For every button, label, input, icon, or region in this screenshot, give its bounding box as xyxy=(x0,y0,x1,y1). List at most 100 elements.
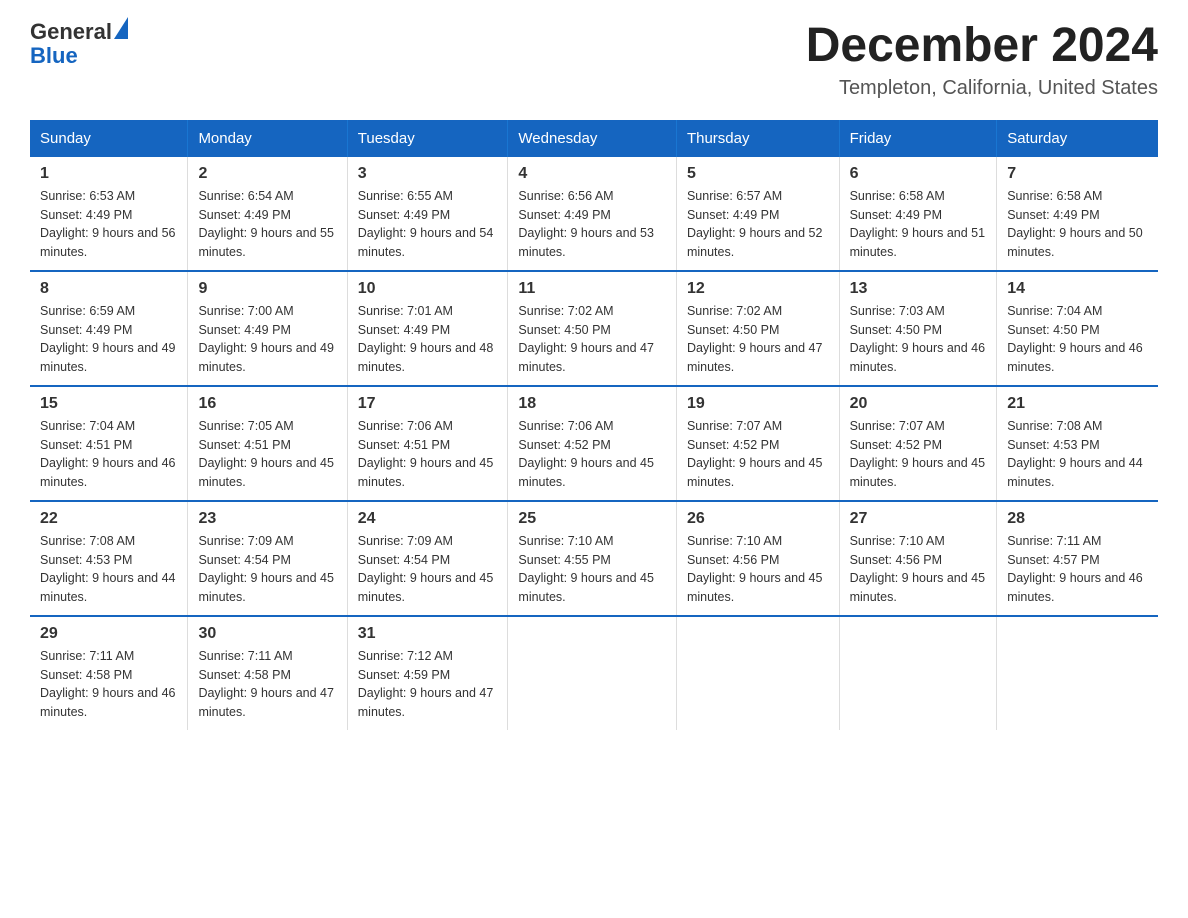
column-header-friday: Friday xyxy=(839,120,997,157)
week-row-3: 15 Sunrise: 7:04 AM Sunset: 4:51 PM Dayl… xyxy=(30,386,1158,501)
day-number: 3 xyxy=(358,165,498,183)
day-cell: 22 Sunrise: 7:08 AM Sunset: 4:53 PM Dayl… xyxy=(30,501,188,616)
day-number: 30 xyxy=(198,625,336,643)
day-number: 28 xyxy=(1007,510,1148,528)
day-number: 12 xyxy=(687,280,829,298)
day-info: Sunrise: 6:58 AM Sunset: 4:49 PM Dayligh… xyxy=(1007,187,1148,262)
day-info: Sunrise: 7:02 AM Sunset: 4:50 PM Dayligh… xyxy=(687,302,829,377)
day-cell: 18 Sunrise: 7:06 AM Sunset: 4:52 PM Dayl… xyxy=(508,386,677,501)
day-cell: 7 Sunrise: 6:58 AM Sunset: 4:49 PM Dayli… xyxy=(997,157,1158,271)
location-subtitle: Templeton, California, United States xyxy=(806,77,1158,100)
day-number: 19 xyxy=(687,395,829,413)
logo: General Blue xyxy=(30,20,128,68)
logo-word1: General xyxy=(30,20,128,44)
day-cell: 19 Sunrise: 7:07 AM Sunset: 4:52 PM Dayl… xyxy=(676,386,839,501)
day-number: 16 xyxy=(198,395,336,413)
day-cell xyxy=(508,616,677,730)
day-cell: 26 Sunrise: 7:10 AM Sunset: 4:56 PM Dayl… xyxy=(676,501,839,616)
day-info: Sunrise: 7:07 AM Sunset: 4:52 PM Dayligh… xyxy=(687,417,829,492)
day-number: 1 xyxy=(40,165,177,183)
page-title: December 2024 xyxy=(806,20,1158,73)
day-info: Sunrise: 7:03 AM Sunset: 4:50 PM Dayligh… xyxy=(850,302,987,377)
day-info: Sunrise: 7:04 AM Sunset: 4:50 PM Dayligh… xyxy=(1007,302,1148,377)
column-header-thursday: Thursday xyxy=(676,120,839,157)
week-row-4: 22 Sunrise: 7:08 AM Sunset: 4:53 PM Dayl… xyxy=(30,501,1158,616)
day-cell xyxy=(839,616,997,730)
day-info: Sunrise: 7:09 AM Sunset: 4:54 PM Dayligh… xyxy=(198,532,336,607)
day-info: Sunrise: 7:12 AM Sunset: 4:59 PM Dayligh… xyxy=(358,647,498,722)
day-info: Sunrise: 7:04 AM Sunset: 4:51 PM Dayligh… xyxy=(40,417,177,492)
day-cell: 24 Sunrise: 7:09 AM Sunset: 4:54 PM Dayl… xyxy=(347,501,508,616)
day-cell: 13 Sunrise: 7:03 AM Sunset: 4:50 PM Dayl… xyxy=(839,271,997,386)
day-info: Sunrise: 7:07 AM Sunset: 4:52 PM Dayligh… xyxy=(850,417,987,492)
day-number: 17 xyxy=(358,395,498,413)
logo-text-blue: Blue xyxy=(30,43,78,68)
column-header-sunday: Sunday xyxy=(30,120,188,157)
day-info: Sunrise: 7:08 AM Sunset: 4:53 PM Dayligh… xyxy=(40,532,177,607)
day-info: Sunrise: 7:01 AM Sunset: 4:49 PM Dayligh… xyxy=(358,302,498,377)
day-number: 29 xyxy=(40,625,177,643)
day-cell: 4 Sunrise: 6:56 AM Sunset: 4:49 PM Dayli… xyxy=(508,157,677,271)
day-info: Sunrise: 7:06 AM Sunset: 4:51 PM Dayligh… xyxy=(358,417,498,492)
day-number: 31 xyxy=(358,625,498,643)
logo-text-general: General xyxy=(30,20,112,44)
day-cell: 27 Sunrise: 7:10 AM Sunset: 4:56 PM Dayl… xyxy=(839,501,997,616)
day-info: Sunrise: 7:05 AM Sunset: 4:51 PM Dayligh… xyxy=(198,417,336,492)
calendar-table: SundayMondayTuesdayWednesdayThursdayFrid… xyxy=(30,120,1158,730)
day-info: Sunrise: 7:11 AM Sunset: 4:58 PM Dayligh… xyxy=(40,647,177,722)
day-number: 20 xyxy=(850,395,987,413)
week-row-5: 29 Sunrise: 7:11 AM Sunset: 4:58 PM Dayl… xyxy=(30,616,1158,730)
day-cell: 1 Sunrise: 6:53 AM Sunset: 4:49 PM Dayli… xyxy=(30,157,188,271)
day-cell: 20 Sunrise: 7:07 AM Sunset: 4:52 PM Dayl… xyxy=(839,386,997,501)
day-info: Sunrise: 6:59 AM Sunset: 4:49 PM Dayligh… xyxy=(40,302,177,377)
day-info: Sunrise: 7:10 AM Sunset: 4:56 PM Dayligh… xyxy=(687,532,829,607)
day-info: Sunrise: 6:58 AM Sunset: 4:49 PM Dayligh… xyxy=(850,187,987,262)
page-header: General Blue December 2024 Templeton, Ca… xyxy=(30,20,1158,100)
day-cell: 31 Sunrise: 7:12 AM Sunset: 4:59 PM Dayl… xyxy=(347,616,508,730)
day-info: Sunrise: 7:10 AM Sunset: 4:55 PM Dayligh… xyxy=(518,532,666,607)
day-info: Sunrise: 7:00 AM Sunset: 4:49 PM Dayligh… xyxy=(198,302,336,377)
day-number: 13 xyxy=(850,280,987,298)
day-cell: 6 Sunrise: 6:58 AM Sunset: 4:49 PM Dayli… xyxy=(839,157,997,271)
day-number: 15 xyxy=(40,395,177,413)
column-header-monday: Monday xyxy=(188,120,347,157)
day-cell: 11 Sunrise: 7:02 AM Sunset: 4:50 PM Dayl… xyxy=(508,271,677,386)
day-number: 21 xyxy=(1007,395,1148,413)
day-number: 26 xyxy=(687,510,829,528)
day-cell: 12 Sunrise: 7:02 AM Sunset: 4:50 PM Dayl… xyxy=(676,271,839,386)
day-cell: 2 Sunrise: 6:54 AM Sunset: 4:49 PM Dayli… xyxy=(188,157,347,271)
day-number: 9 xyxy=(198,280,336,298)
day-cell: 23 Sunrise: 7:09 AM Sunset: 4:54 PM Dayl… xyxy=(188,501,347,616)
day-number: 23 xyxy=(198,510,336,528)
day-number: 10 xyxy=(358,280,498,298)
day-cell: 5 Sunrise: 6:57 AM Sunset: 4:49 PM Dayli… xyxy=(676,157,839,271)
calendar-header-row: SundayMondayTuesdayWednesdayThursdayFrid… xyxy=(30,120,1158,157)
day-info: Sunrise: 6:53 AM Sunset: 4:49 PM Dayligh… xyxy=(40,187,177,262)
day-cell: 8 Sunrise: 6:59 AM Sunset: 4:49 PM Dayli… xyxy=(30,271,188,386)
day-cell: 3 Sunrise: 6:55 AM Sunset: 4:49 PM Dayli… xyxy=(347,157,508,271)
day-number: 11 xyxy=(518,280,666,298)
day-number: 24 xyxy=(358,510,498,528)
day-cell: 30 Sunrise: 7:11 AM Sunset: 4:58 PM Dayl… xyxy=(188,616,347,730)
day-number: 4 xyxy=(518,165,666,183)
day-info: Sunrise: 6:56 AM Sunset: 4:49 PM Dayligh… xyxy=(518,187,666,262)
day-number: 14 xyxy=(1007,280,1148,298)
title-area: December 2024 Templeton, California, Uni… xyxy=(806,20,1158,100)
logo-word2: Blue xyxy=(30,44,128,68)
day-info: Sunrise: 6:57 AM Sunset: 4:49 PM Dayligh… xyxy=(687,187,829,262)
day-info: Sunrise: 7:06 AM Sunset: 4:52 PM Dayligh… xyxy=(518,417,666,492)
day-cell: 28 Sunrise: 7:11 AM Sunset: 4:57 PM Dayl… xyxy=(997,501,1158,616)
day-number: 22 xyxy=(40,510,177,528)
day-info: Sunrise: 6:54 AM Sunset: 4:49 PM Dayligh… xyxy=(198,187,336,262)
day-cell: 14 Sunrise: 7:04 AM Sunset: 4:50 PM Dayl… xyxy=(997,271,1158,386)
day-info: Sunrise: 7:11 AM Sunset: 4:58 PM Dayligh… xyxy=(198,647,336,722)
day-number: 7 xyxy=(1007,165,1148,183)
day-info: Sunrise: 7:10 AM Sunset: 4:56 PM Dayligh… xyxy=(850,532,987,607)
day-cell: 16 Sunrise: 7:05 AM Sunset: 4:51 PM Dayl… xyxy=(188,386,347,501)
day-number: 6 xyxy=(850,165,987,183)
day-info: Sunrise: 7:08 AM Sunset: 4:53 PM Dayligh… xyxy=(1007,417,1148,492)
day-number: 27 xyxy=(850,510,987,528)
day-cell xyxy=(676,616,839,730)
logo-triangle-icon xyxy=(114,17,128,39)
day-cell xyxy=(997,616,1158,730)
